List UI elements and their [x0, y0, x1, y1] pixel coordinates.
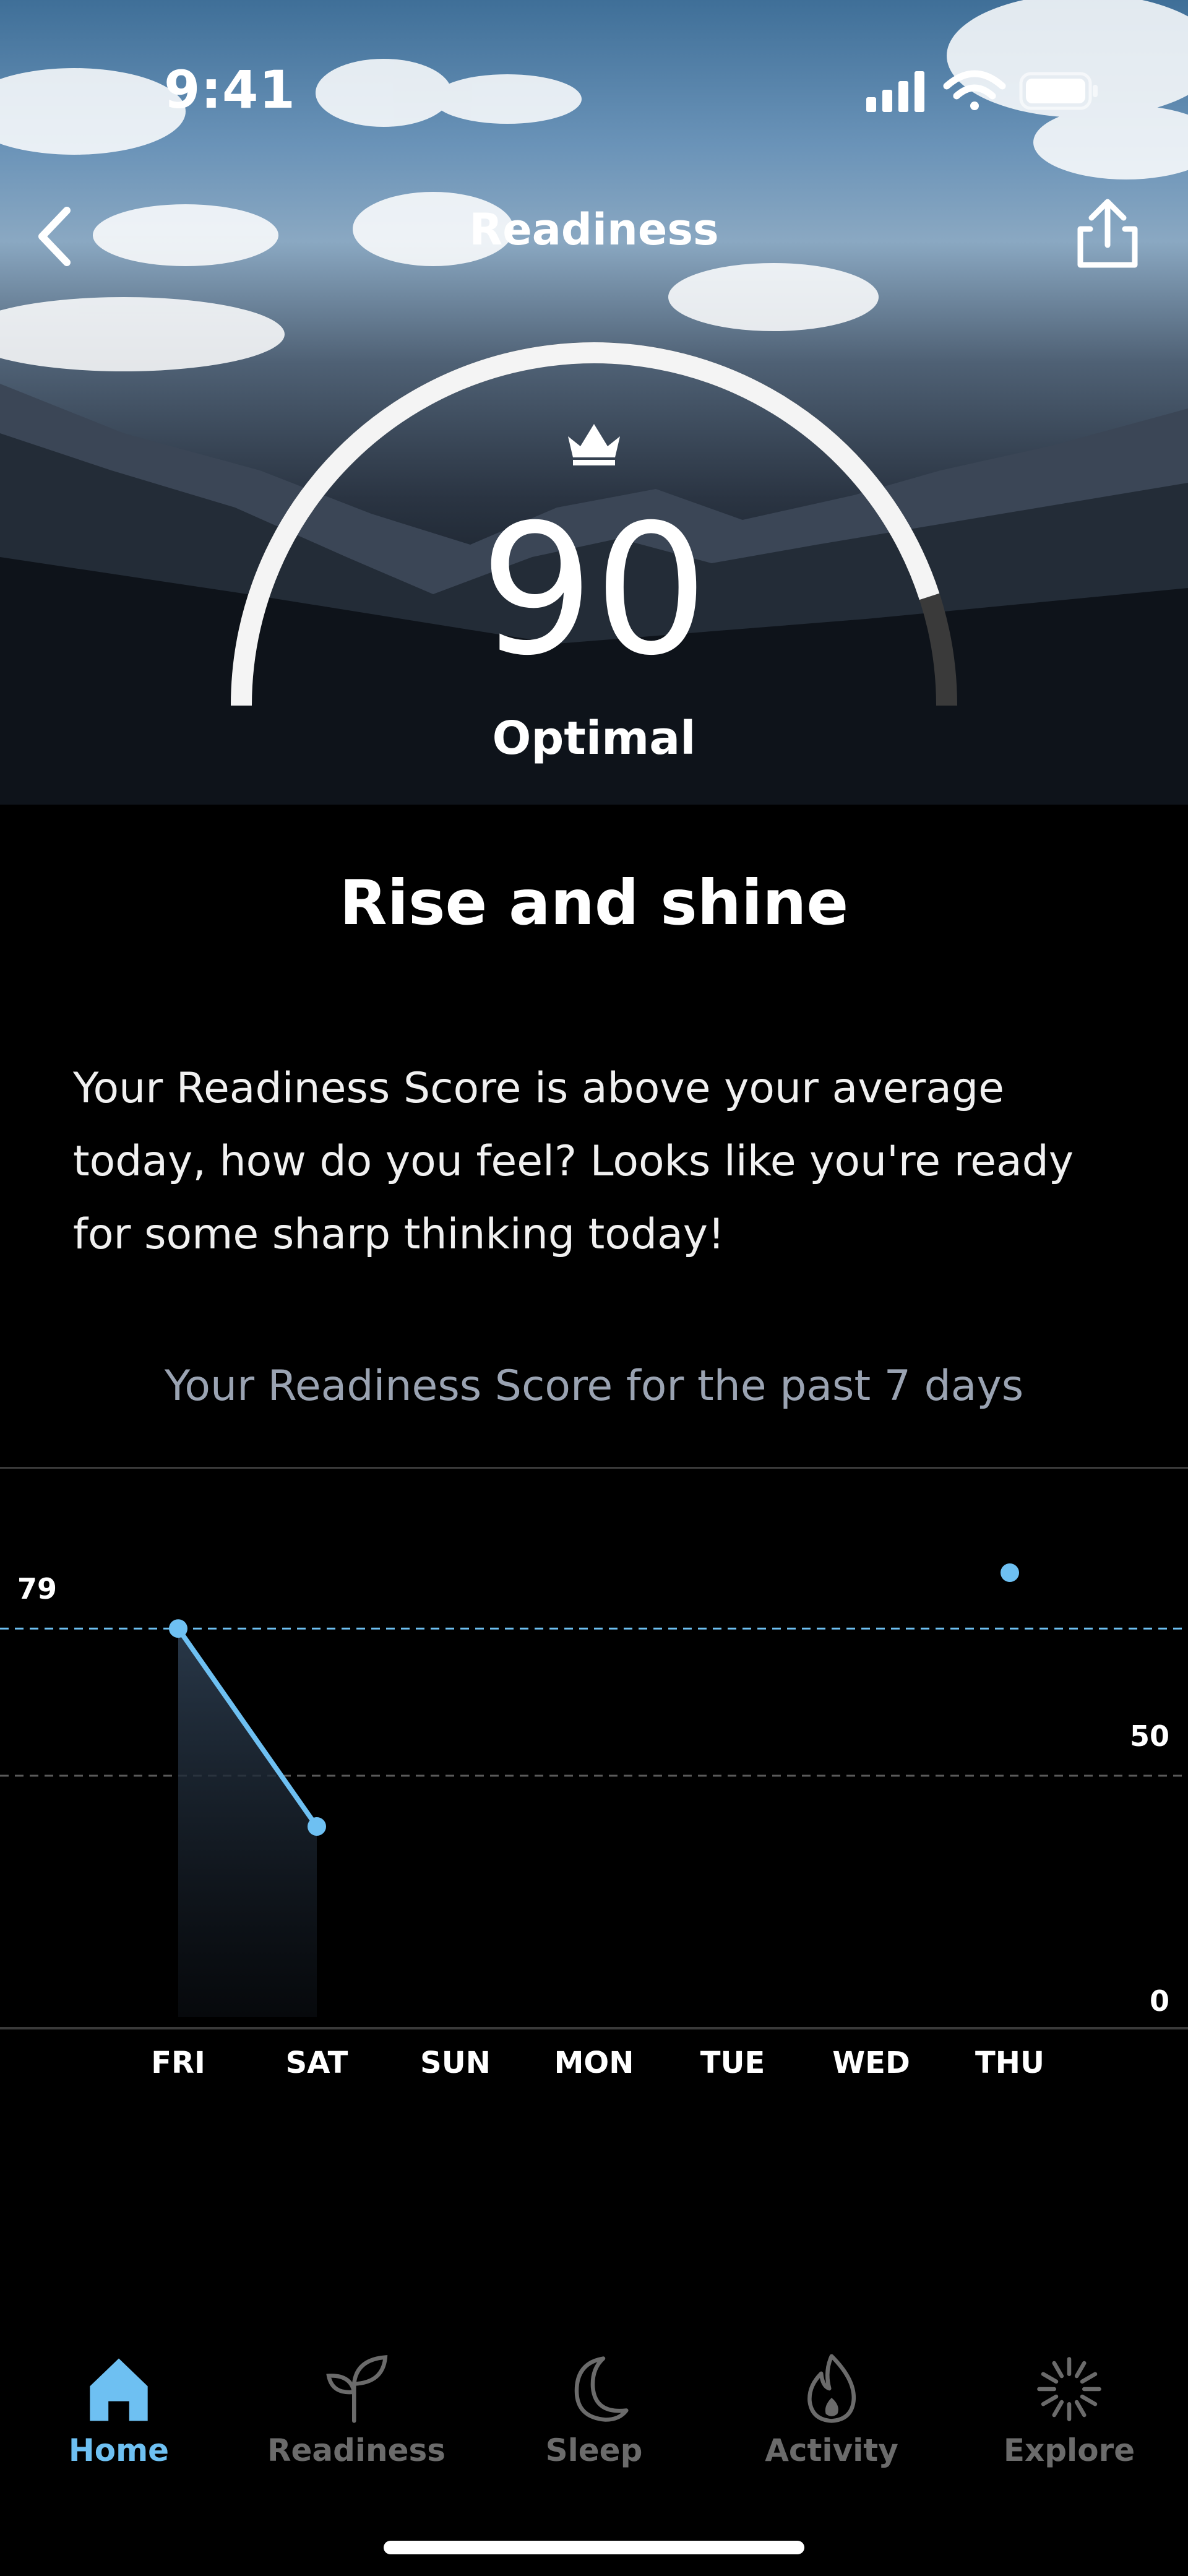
- tab-label: Home: [68, 2432, 170, 2468]
- data-point-sat: [308, 1817, 326, 1836]
- tab-home[interactable]: Home: [7, 2327, 230, 2488]
- tab-sleep[interactable]: Sleep: [483, 2327, 705, 2488]
- data-point-thu: [1001, 1563, 1019, 1582]
- x-tick-label: WED: [832, 2046, 910, 2080]
- home-icon: [90, 2358, 148, 2421]
- headline: Rise and shine: [339, 867, 849, 939]
- reference-value-label: 50: [1130, 1719, 1169, 1753]
- average-value-label: 79: [17, 1572, 57, 1606]
- x-tick-label: MON: [554, 2046, 634, 2080]
- x-tick-label: THU: [975, 2046, 1044, 2080]
- x-tick-label: SUN: [420, 2046, 491, 2080]
- x-tick-label: FRI: [151, 2046, 205, 2080]
- readiness-description: Your Readiness Score is above your avera…: [73, 1064, 1074, 1259]
- flame-icon: [807, 2354, 856, 2423]
- chart-divider: [0, 1467, 1188, 1469]
- readiness-score-label: Optimal: [492, 712, 696, 765]
- zero-value-label: 0: [1150, 1984, 1169, 2018]
- readiness-score-value: 90: [480, 486, 708, 695]
- home-indicator: [384, 2541, 804, 2554]
- tab-explore[interactable]: Explore: [958, 2327, 1181, 2488]
- x-tick-label: SAT: [286, 2046, 348, 2080]
- chart-caption: Your Readiness Score for the past 7 days: [164, 1362, 1024, 1411]
- x-tick-label: TUE: [700, 2046, 765, 2080]
- tab-label: Readiness: [267, 2432, 446, 2468]
- tab-readiness[interactable]: Readiness: [245, 2327, 468, 2488]
- moon-icon: [574, 2356, 629, 2422]
- tab-label: Sleep: [545, 2432, 643, 2468]
- readiness-7-day-chart: 79 50 0 FRI SAT SUN MON TUE WED THU: [0, 1563, 1188, 2080]
- tab-bar: Home Readiness Sleep Activity Explore: [0, 2327, 1188, 2488]
- burst-icon: [1037, 2357, 1101, 2421]
- tab-activity[interactable]: Activity: [720, 2327, 943, 2488]
- tab-label: Activity: [765, 2432, 898, 2468]
- data-point-fri: [169, 1619, 187, 1638]
- crown-icon: [568, 424, 620, 465]
- sprout-icon: [326, 2355, 388, 2423]
- series-area: [178, 1628, 317, 2017]
- tab-label: Explore: [1003, 2432, 1135, 2468]
